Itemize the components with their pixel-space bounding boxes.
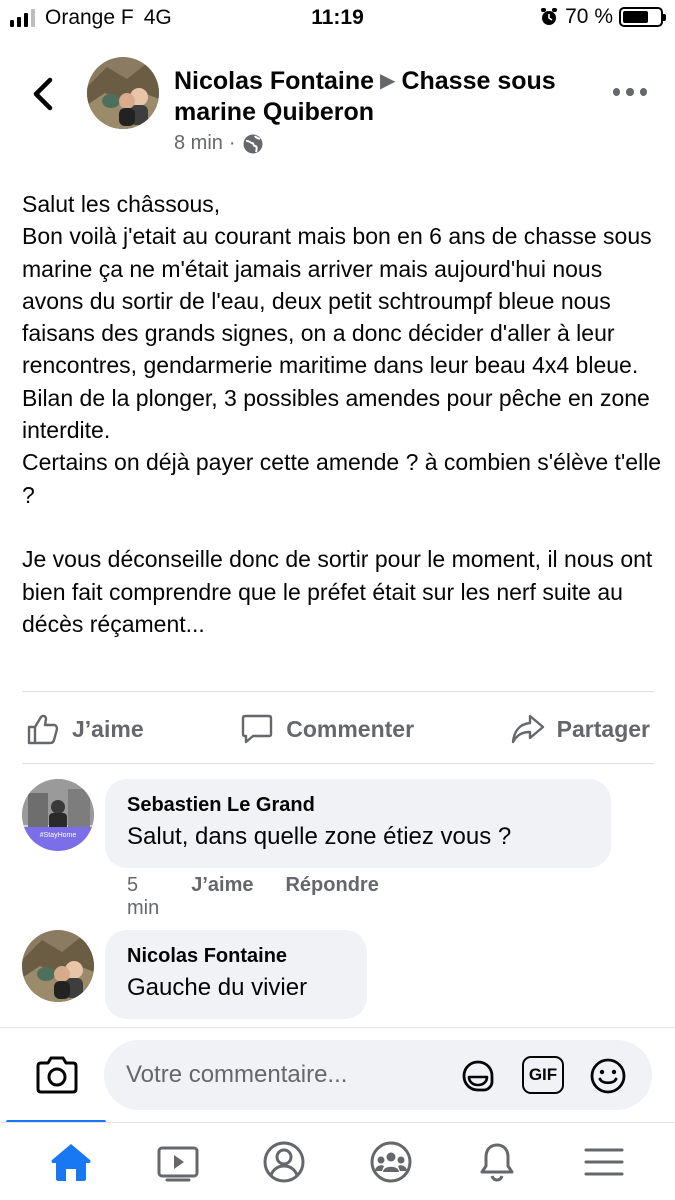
stayhome-badge: #StayHome <box>40 832 77 839</box>
menu-icon <box>584 1148 624 1175</box>
emoji-icon[interactable] <box>588 1056 628 1096</box>
profile-icon <box>263 1141 305 1182</box>
post-meta: 8 min · <box>174 132 264 155</box>
comment-text: Gauche du vivier <box>127 974 308 1001</box>
comment-input-wrapper: GIF <box>104 1040 652 1110</box>
home-icon <box>51 1143 91 1181</box>
gif-label: GIF <box>528 1065 558 1084</box>
back-arrow-icon[interactable] <box>28 74 58 114</box>
comment-bubble[interactable]: Sebastien Le Grand Salut, dans quelle zo… <box>105 779 611 868</box>
comment-icon <box>242 714 273 744</box>
bottom-nav <box>0 1122 675 1200</box>
arrow-right-icon: ▶ <box>380 70 396 92</box>
alarm-icon <box>541 8 558 25</box>
sticker-icon[interactable] <box>458 1056 498 1096</box>
comment-like-button[interactable]: J’aime <box>191 874 253 920</box>
nav-watch[interactable] <box>143 1127 213 1197</box>
camera-icon[interactable] <box>34 1054 80 1096</box>
comment-composer: GIF <box>0 1027 675 1122</box>
status-bar: Orange F 4G 11:19 70 % <box>0 0 675 38</box>
post-time[interactable]: 8 min <box>174 132 223 155</box>
globe-icon <box>243 134 263 153</box>
post-text: Salut les châssous, Bon voilà j'etait au… <box>22 191 662 637</box>
status-right: 70 % <box>539 5 666 29</box>
comment-input[interactable] <box>126 1054 446 1096</box>
author-name[interactable]: Nicolas Fontaine <box>174 67 374 95</box>
nav-groups[interactable] <box>356 1127 426 1197</box>
share-label: Partager <box>556 715 650 742</box>
comment-bubble[interactable]: Nicolas Fontaine Gauche du vivier <box>105 930 367 1019</box>
comment-button[interactable]: Commenter <box>236 712 418 746</box>
groups-icon <box>370 1141 412 1182</box>
battery-icon <box>619 7 666 27</box>
bell-icon <box>480 1143 514 1182</box>
share-button[interactable]: Partager <box>507 712 654 746</box>
comment-text: Salut, dans quelle zone étiez vous ? <box>127 823 512 850</box>
meta-separator: · <box>228 132 236 154</box>
divider <box>22 763 654 764</box>
nav-notifications[interactable] <box>462 1127 532 1197</box>
divider <box>22 691 654 692</box>
comment-meta: 5 min J’aime Répondre <box>127 874 379 920</box>
post-actions: J’aime Commenter Partager <box>22 700 654 758</box>
like-label: J’aime <box>72 715 144 742</box>
battery-percent: 70 % <box>565 5 613 28</box>
post-title: Nicolas Fontaine ▶ Chasse sous marine Quib… <box>174 66 594 128</box>
video-icon <box>157 1146 199 1181</box>
commenter-avatar[interactable] <box>22 930 94 1002</box>
commenter-avatar[interactable]: #StayHome <box>22 779 94 851</box>
comment-label: Commenter <box>286 715 415 742</box>
more-options-icon[interactable] <box>613 88 647 100</box>
thumbs-up-icon <box>27 714 59 745</box>
comment-reply-button[interactable]: Répondre <box>285 874 378 920</box>
nav-profile[interactable] <box>249 1127 319 1197</box>
comment-time: 5 min <box>127 874 160 919</box>
nav-menu[interactable] <box>569 1127 639 1197</box>
like-button[interactable]: J’aime <box>22 712 148 746</box>
commenter-name[interactable]: Nicolas Fontaine <box>127 943 345 969</box>
gif-button[interactable]: GIF <box>522 1056 564 1094</box>
commenter-name[interactable]: Sebastien Le Grand <box>127 792 589 818</box>
author-avatar[interactable] <box>87 57 159 129</box>
share-icon <box>511 714 544 744</box>
nav-home[interactable] <box>36 1127 106 1197</box>
